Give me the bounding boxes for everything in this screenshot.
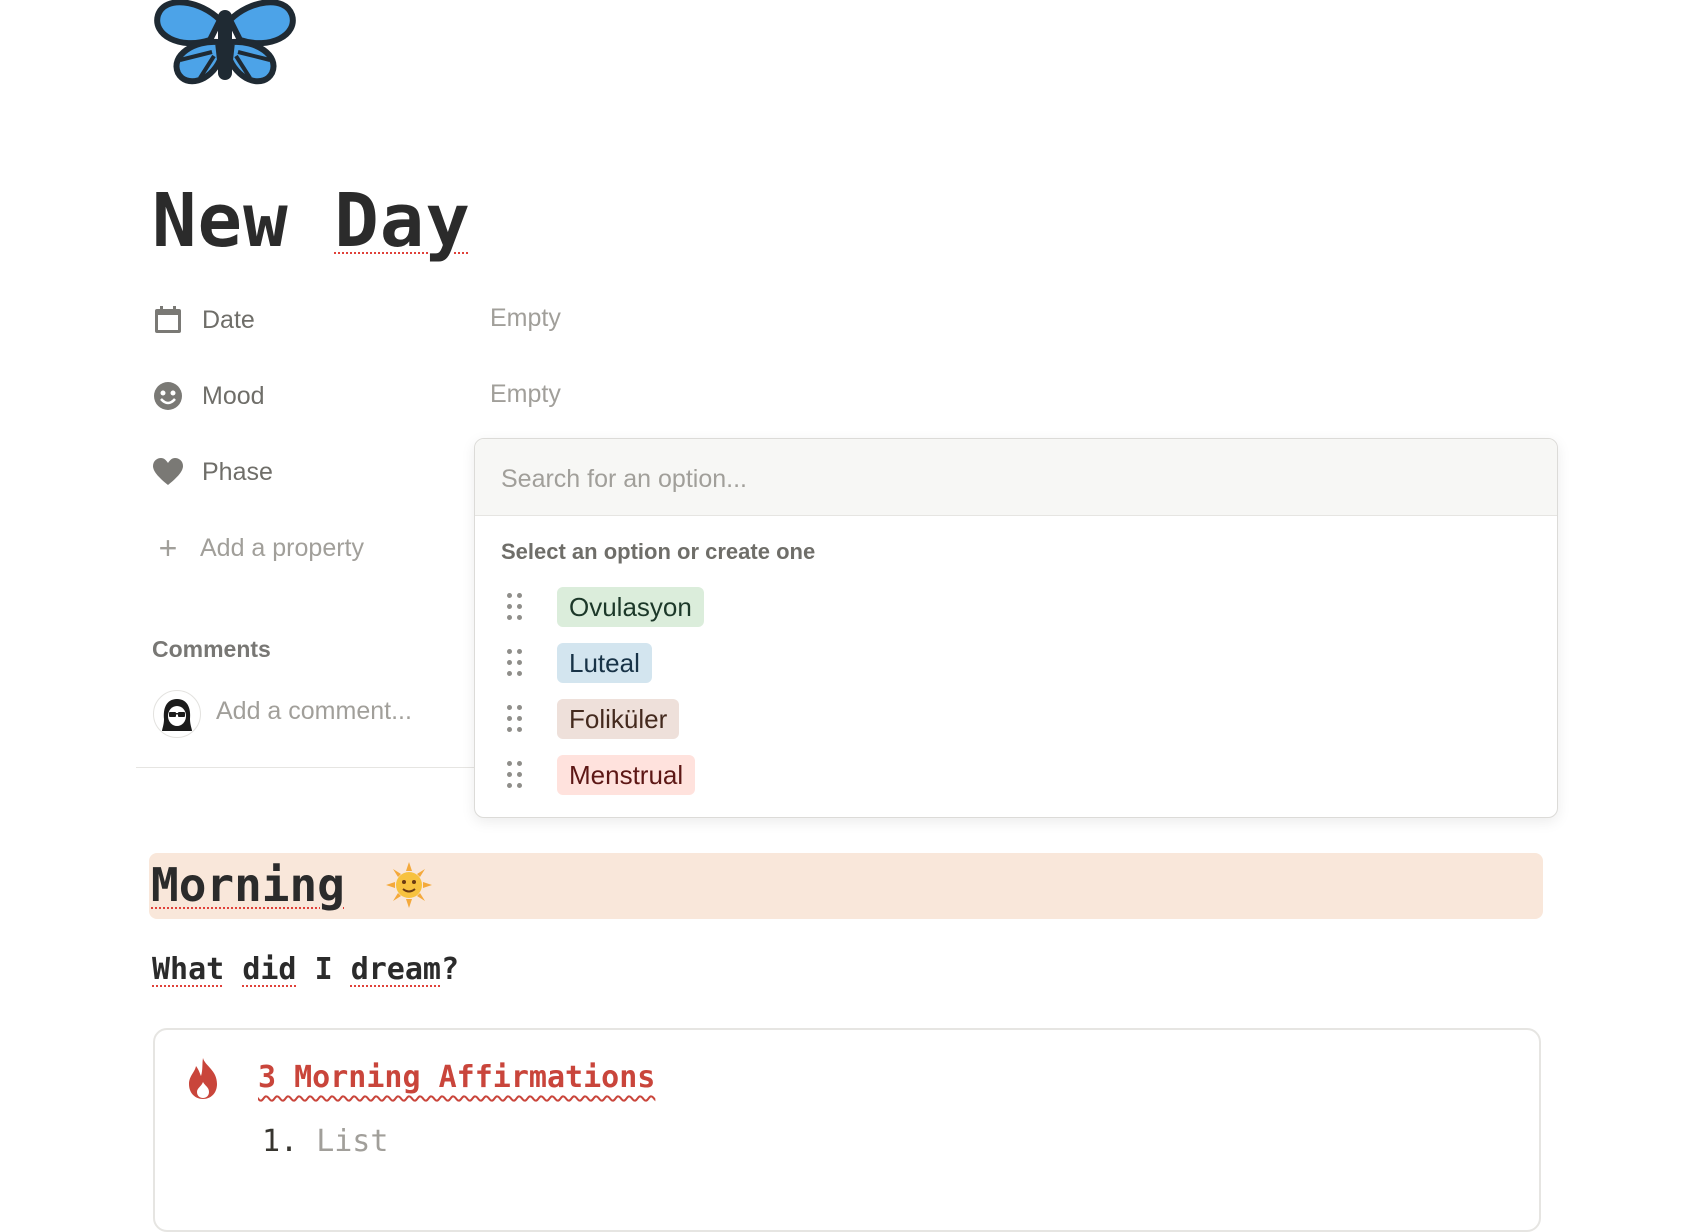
option-ovulasyon[interactable]: Ovulasyon xyxy=(501,585,1531,629)
option-menstrual[interactable]: Menstrual xyxy=(501,753,1531,797)
add-property-button[interactable]: + Add a property xyxy=(152,532,364,564)
heading-word: did xyxy=(242,952,297,987)
drag-handle-icon[interactable] xyxy=(501,592,527,622)
property-mood[interactable]: Mood xyxy=(152,376,492,416)
drag-handle-icon[interactable] xyxy=(501,760,527,790)
numbered-list-item[interactable]: 1. List xyxy=(262,1124,388,1159)
list-number: 1. xyxy=(262,1124,299,1159)
smiley-icon xyxy=(152,380,184,412)
heading-word: What xyxy=(152,952,225,987)
option-chip[interactable]: Menstrual xyxy=(557,755,696,795)
date-value[interactable]: Empty xyxy=(490,304,561,333)
calendar-icon xyxy=(152,304,184,336)
option-folikuler[interactable]: Foliküler xyxy=(501,697,1531,741)
property-label: Mood xyxy=(202,381,265,410)
page-title[interactable]: New Day xyxy=(152,178,471,264)
plus-icon: + xyxy=(158,530,178,566)
comments-heading: Comments xyxy=(152,636,271,662)
butterfly-icon[interactable] xyxy=(150,0,300,90)
fire-icon[interactable] xyxy=(183,1056,223,1100)
dream-question-heading[interactable]: What did I dream? xyxy=(152,952,459,987)
option-chip[interactable]: Luteal xyxy=(557,643,652,683)
morning-heading[interactable]: Morning xyxy=(151,858,345,912)
morning-heading-block xyxy=(149,853,1543,919)
mood-value[interactable]: Empty xyxy=(490,380,561,409)
property-phase[interactable]: Phase xyxy=(152,452,492,492)
heading-word: dream xyxy=(350,952,441,987)
title-word: Day xyxy=(334,178,471,264)
heart-icon xyxy=(152,456,184,488)
search-input[interactable] xyxy=(499,459,1523,499)
title-word: New xyxy=(152,178,289,264)
property-label: Date xyxy=(202,305,255,334)
heading-word: I xyxy=(314,952,333,987)
search-box xyxy=(475,439,1557,516)
option-chip[interactable]: Ovulasyon xyxy=(557,587,704,627)
dropdown-hint: Select an option or create one xyxy=(501,539,816,564)
drag-handle-icon[interactable] xyxy=(501,704,527,734)
sun-with-face-icon xyxy=(386,862,432,908)
option-luteal[interactable]: Luteal xyxy=(501,641,1531,685)
property-label: Phase xyxy=(202,457,273,486)
avatar xyxy=(153,690,201,738)
property-date[interactable]: Date xyxy=(152,300,492,340)
comment-input[interactable]: Add a comment... xyxy=(216,697,412,726)
affirmations-link[interactable]: 3 Morning Affirmations xyxy=(258,1060,655,1095)
select-dropdown: Select an option or create one Ovulasyon… xyxy=(474,438,1558,818)
drag-handle-icon[interactable] xyxy=(501,648,527,678)
list-placeholder: List xyxy=(316,1124,389,1159)
option-chip[interactable]: Foliküler xyxy=(557,699,680,739)
heading-punct: ? xyxy=(441,952,460,987)
add-property-label: Add a property xyxy=(200,533,364,562)
